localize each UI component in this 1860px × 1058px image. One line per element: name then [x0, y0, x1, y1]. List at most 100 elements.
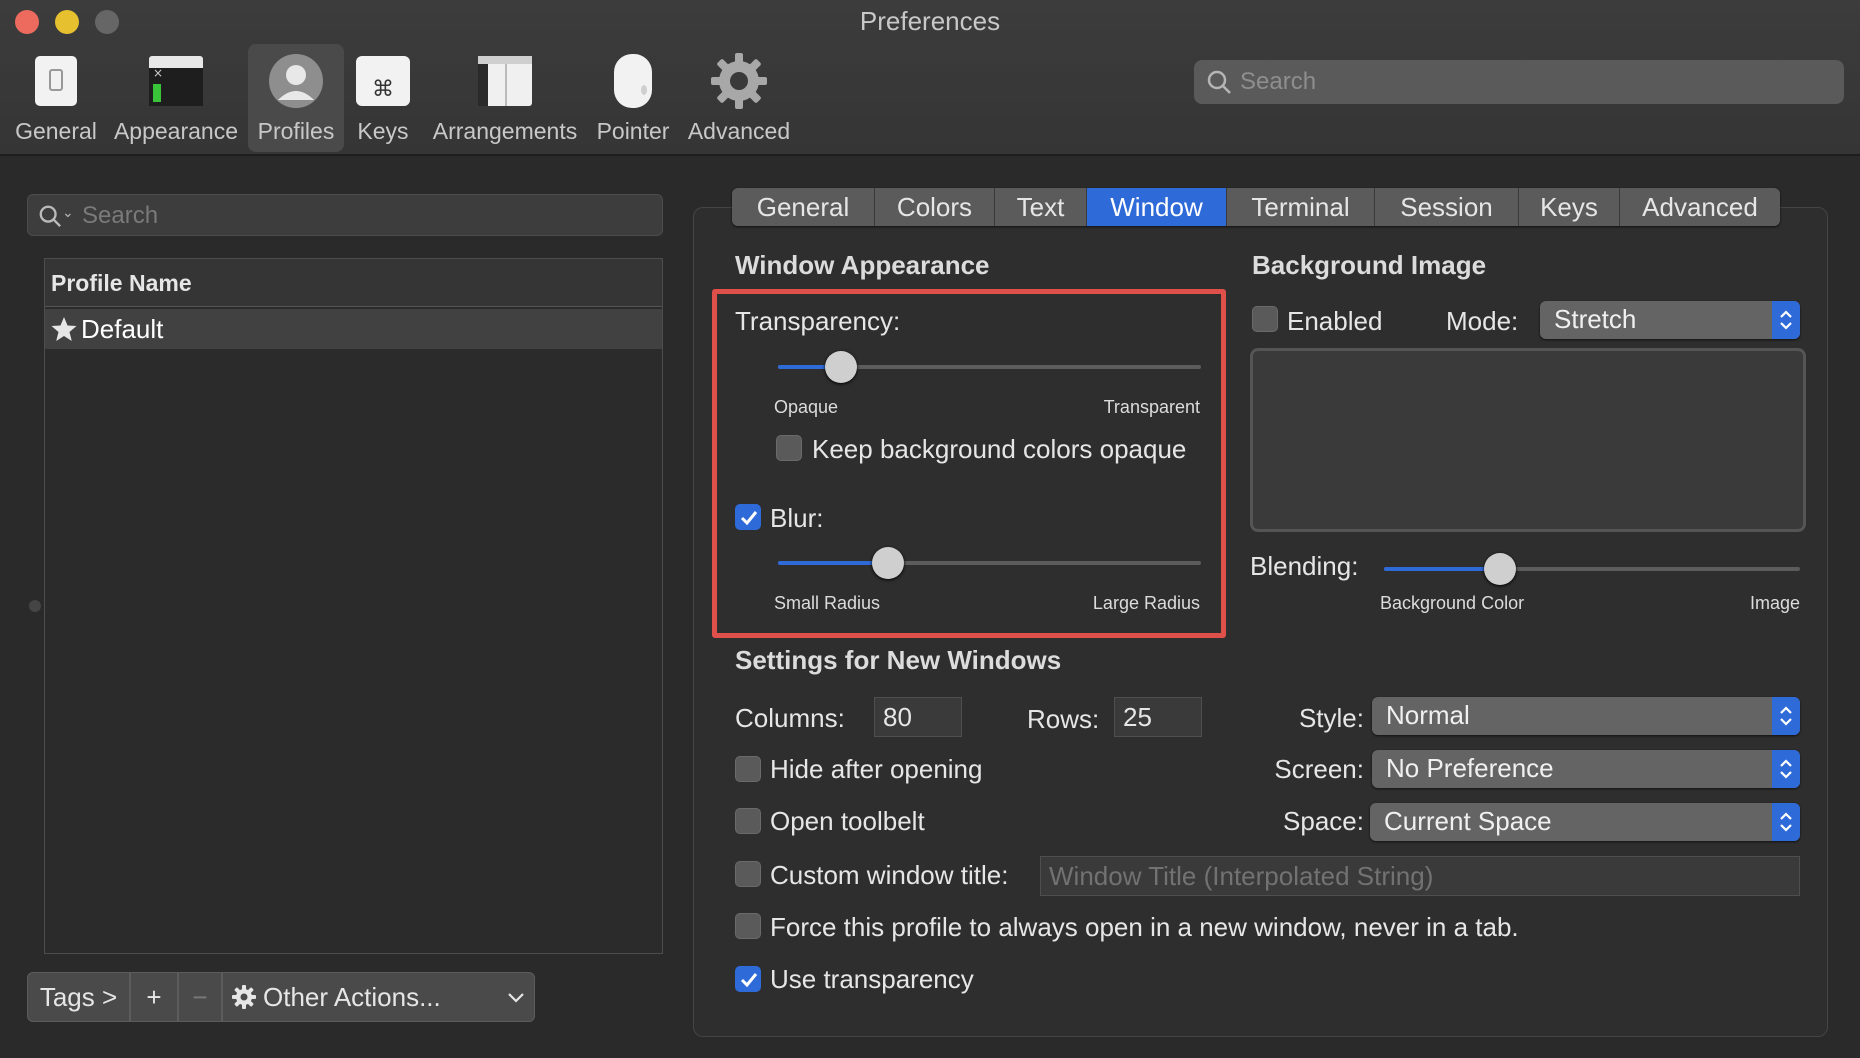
profile-name-column-header[interactable]: Profile Name — [45, 259, 662, 307]
checkmark-icon — [740, 973, 758, 988]
style-select[interactable]: Normal — [1372, 697, 1800, 735]
bg-mode-select[interactable]: Stretch — [1540, 301, 1800, 339]
force-new-window-label: Force this profile to always open in a n… — [770, 912, 1519, 942]
window-appearance-heading: Window Appearance — [735, 250, 990, 280]
transparency-max-label: Transparent — [1103, 397, 1200, 417]
bg-enabled-checkbox[interactable] — [1252, 306, 1278, 332]
custom-title-label: Custom window title: — [770, 860, 1009, 890]
appearance-window-icon: × — [149, 56, 203, 106]
toolbar-label: Advanced — [687, 118, 791, 144]
profile-row[interactable]: Default — [45, 309, 662, 349]
arrangements-windows-icon — [478, 56, 532, 106]
toolbar-label: Appearance — [113, 118, 239, 144]
blending-slider[interactable] — [1384, 553, 1800, 585]
blending-min-label: Background Color — [1380, 593, 1525, 613]
toolbar-label: Pointer — [596, 118, 670, 144]
tab-colors[interactable]: Colors — [875, 188, 995, 226]
updown-arrows-icon — [1772, 750, 1800, 788]
profile-user-icon — [269, 54, 323, 108]
search-placeholder: Search — [1240, 68, 1317, 95]
slider-fill — [1384, 567, 1501, 571]
updown-arrows-icon — [1772, 697, 1800, 735]
blur-checkbox[interactable] — [735, 504, 761, 530]
settings-tabs: General Colors Text Window Terminal Sess… — [732, 188, 1780, 226]
blur-max-label: Large Radius — [1092, 593, 1200, 613]
toolbar-profiles[interactable]: Profiles — [248, 44, 344, 152]
tags-button[interactable]: Tags > — [27, 972, 130, 1022]
window-toolbar: Preferences General × Appearance Profile… — [0, 0, 1860, 156]
tab-general[interactable]: General — [732, 188, 875, 226]
toolbar-label: Keys — [357, 118, 409, 144]
toolbar-arrangements[interactable]: Arrangements — [428, 44, 582, 152]
general-switch-icon — [35, 56, 77, 106]
split-resize-handle[interactable] — [29, 600, 41, 612]
other-actions-menu[interactable]: Other Actions... — [222, 972, 535, 1022]
search-placeholder: Search — [82, 202, 159, 229]
bg-enabled-label: Enabled — [1287, 306, 1383, 336]
toolbar-label: Profiles — [257, 118, 335, 144]
toolbar-label: General — [15, 118, 97, 144]
hide-after-opening-checkbox[interactable] — [735, 756, 761, 782]
keep-bg-opaque-checkbox[interactable] — [776, 435, 802, 461]
rows-label: Rows: — [1027, 704, 1100, 734]
screen-value: No Preference — [1386, 753, 1554, 783]
updown-arrows-icon — [1772, 301, 1800, 339]
screen-select[interactable]: No Preference — [1372, 750, 1800, 788]
slider-knob[interactable] — [871, 547, 904, 579]
chevron-down-icon: ⌄ — [62, 204, 74, 220]
toolbar-advanced[interactable]: Advanced — [684, 44, 794, 152]
updown-arrows-icon — [1772, 803, 1800, 841]
style-value: Normal — [1386, 700, 1470, 730]
toolbar-appearance[interactable]: × Appearance — [110, 44, 242, 152]
window-title: Preferences — [859, 6, 1001, 36]
screen-label: Screen: — [1274, 754, 1364, 784]
background-image-well[interactable] — [1250, 348, 1806, 532]
star-icon — [51, 317, 77, 341]
tab-session[interactable]: Session — [1375, 188, 1519, 226]
svg-text:⌘: ⌘ — [372, 77, 394, 102]
keep-bg-opaque-label: Keep background colors opaque — [812, 434, 1187, 464]
other-actions-label: Other Actions... — [263, 981, 441, 1012]
background-image-heading: Background Image — [1252, 250, 1487, 280]
bg-mode-value: Stretch — [1554, 304, 1637, 334]
profile-row-label: Default — [81, 314, 164, 344]
space-select[interactable]: Current Space — [1370, 803, 1800, 841]
use-transparency-checkbox[interactable] — [735, 966, 761, 992]
tab-advanced[interactable]: Advanced — [1620, 188, 1780, 226]
rows-input[interactable]: 25 — [1114, 697, 1202, 737]
tab-keys[interactable]: Keys — [1519, 188, 1620, 226]
transparency-label: Transparency: — [735, 306, 901, 336]
toolbar-search-field[interactable]: Search — [1194, 60, 1844, 104]
command-key-icon: ⌘ — [356, 56, 410, 106]
profile-list: Profile Name Default — [44, 258, 663, 954]
remove-profile-button[interactable]: − — [178, 972, 222, 1022]
add-profile-button[interactable]: + — [130, 972, 178, 1022]
transparency-slider[interactable] — [778, 351, 1201, 383]
custom-title-input[interactable]: Window Title (Interpolated String) — [1040, 856, 1800, 896]
space-label: Space: — [1283, 806, 1364, 836]
bg-mode-label: Mode: — [1446, 306, 1519, 336]
toolbar-keys[interactable]: ⌘ Keys — [350, 44, 416, 152]
style-label: Style: — [1298, 703, 1364, 733]
hide-after-opening-label: Hide after opening — [770, 754, 983, 784]
tab-text[interactable]: Text — [995, 188, 1087, 226]
force-new-window-checkbox[interactable] — [735, 913, 761, 939]
custom-title-checkbox[interactable] — [735, 861, 761, 887]
toolbar-pointer[interactable]: Pointer — [592, 44, 674, 152]
new-windows-heading: Settings for New Windows — [735, 645, 1062, 675]
columns-input[interactable]: 80 — [874, 697, 962, 737]
open-toolbelt-label: Open toolbelt — [770, 806, 925, 836]
mouse-icon — [614, 54, 652, 108]
gear-icon — [232, 985, 256, 1009]
tab-window[interactable]: Window — [1087, 188, 1227, 226]
use-transparency-label: Use transparency — [770, 964, 974, 994]
tab-terminal[interactable]: Terminal — [1227, 188, 1375, 226]
toolbar-general[interactable]: General — [10, 44, 102, 152]
open-toolbelt-checkbox[interactable] — [735, 808, 761, 834]
blur-min-label: Small Radius — [774, 593, 881, 613]
chevron-down-icon — [508, 993, 524, 1003]
gear-icon — [711, 53, 767, 109]
profile-search-field[interactable]: ⌄ Search — [27, 194, 663, 236]
blending-max-label: Image — [1749, 593, 1800, 613]
blur-slider[interactable] — [778, 547, 1201, 579]
